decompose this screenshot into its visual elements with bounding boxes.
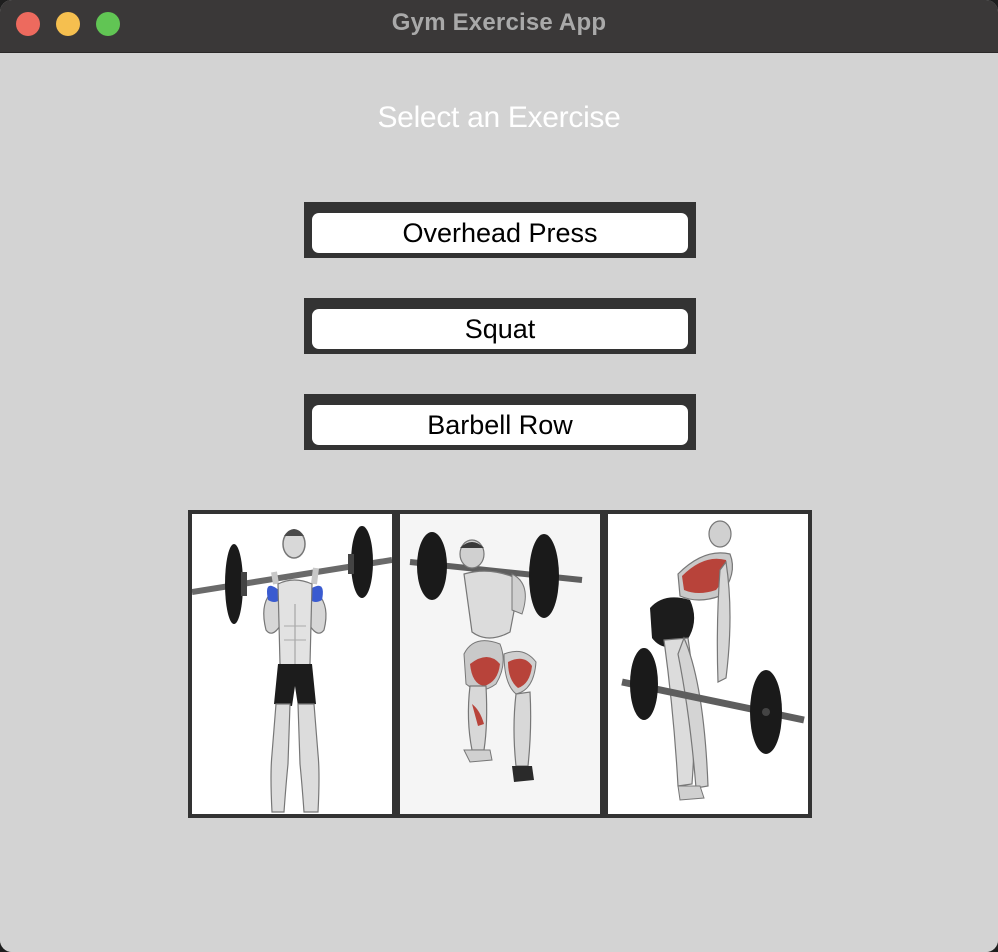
overhead-press-button[interactable]: Overhead Press	[312, 213, 688, 253]
squat-button[interactable]: Squat	[312, 309, 688, 349]
squat-button-frame: Squat	[304, 298, 696, 354]
page-heading: Select an Exercise	[377, 101, 621, 134]
barbell-row-illustration	[621, 520, 805, 801]
overhead-press-image	[192, 514, 392, 814]
window-title: Gym Exercise App	[391, 9, 607, 36]
exercise-image-gallery	[188, 510, 812, 818]
app-window: Gym Exercise App Select an Exercise Over…	[0, 0, 998, 952]
main-content: Select an Exercise Overhead Press Squat …	[0, 53, 998, 952]
barbell-row-button[interactable]: Barbell Row	[312, 405, 688, 445]
overhead-press-button-frame: Overhead Press	[304, 202, 696, 258]
barbell-row-button-frame: Barbell Row	[304, 394, 696, 450]
squat-image	[400, 514, 600, 814]
squat-illustration	[409, 532, 583, 782]
overhead-press-illustration	[192, 526, 392, 813]
barbell-row-image	[608, 514, 808, 814]
title-bar[interactable]: Gym Exercise App	[0, 0, 998, 53]
